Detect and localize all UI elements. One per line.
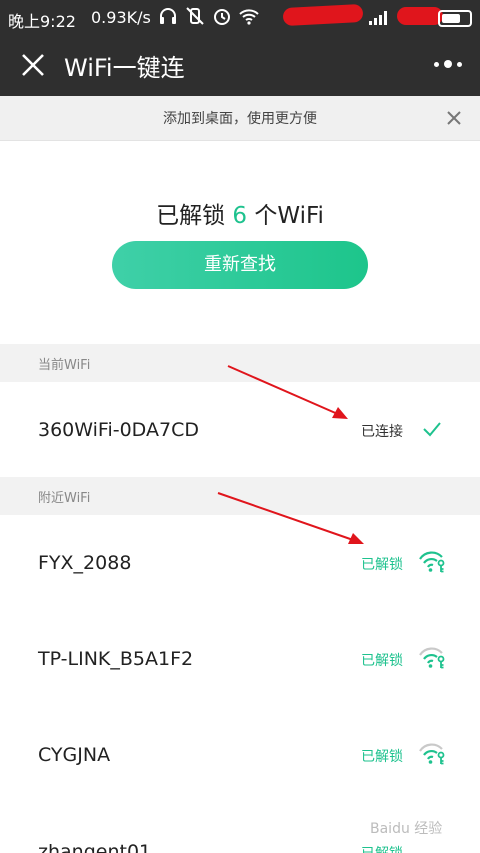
redaction-mark — [397, 7, 443, 25]
current-wifi-row[interactable]: 360WiFi-0DA7CD 已连接 — [0, 382, 480, 477]
status-time: 晚上9:22 — [8, 12, 76, 31]
battery-icon — [438, 10, 472, 27]
section-label: 附近WiFi — [38, 491, 91, 506]
nearby-wifi-header: 附近WiFi — [0, 477, 480, 515]
unlock-status: 已解锁 — [361, 843, 403, 853]
wifi-name: CYGJNA — [38, 744, 111, 766]
wifi-list-item[interactable]: CYGJNA 已解锁 — [0, 707, 480, 806]
headphones-icon — [158, 7, 178, 29]
banner-close-icon[interactable] — [446, 110, 462, 130]
rescan-button[interactable]: 重新查找 — [112, 241, 368, 289]
wifi-status-icon — [238, 7, 260, 29]
unlock-summary: 已解锁 6 个WiFi — [0, 196, 480, 230]
wifi-key-icon — [418, 646, 446, 674]
unlock-status: 已解锁 — [361, 749, 403, 765]
section-label: 当前WiFi — [38, 358, 91, 373]
watermark: Baidu 经验 — [370, 821, 443, 837]
close-icon[interactable] — [20, 52, 46, 78]
check-icon — [422, 421, 442, 441]
wifi-key-icon — [418, 550, 446, 578]
unlock-count: 6 — [232, 203, 248, 229]
wifi-list-item[interactable]: FYX_2088 已解锁 — [0, 515, 480, 612]
status-network-speed: 0.93K/s — [91, 8, 151, 27]
vibrate-off-icon — [184, 7, 206, 29]
more-options-icon[interactable] — [434, 60, 462, 68]
title-bar: WiFi一键连 — [0, 34, 480, 96]
wifi-list-item[interactable]: TP-LINK_B5A1F2 已解锁 — [0, 611, 480, 708]
signal-icon — [369, 10, 389, 29]
banner-text: 添加到桌面，使用更方便 — [163, 111, 317, 127]
wifi-name: zhangent01 — [38, 841, 152, 853]
wifi-name: 360WiFi-0DA7CD — [38, 419, 199, 441]
connection-status: 已连接 — [361, 424, 403, 440]
unlock-status: 已解锁 — [361, 557, 403, 573]
wifi-name: TP-LINK_B5A1F2 — [38, 648, 194, 670]
page-title: WiFi一键连 — [64, 54, 185, 82]
unlock-status: 已解锁 — [361, 653, 403, 669]
current-wifi-header: 当前WiFi — [0, 344, 480, 382]
add-to-desktop-banner[interactable]: 添加到桌面，使用更方便 — [0, 96, 480, 141]
redaction-mark — [282, 3, 364, 27]
status-bar: 晚上9:22 0.93K/s — [0, 0, 480, 34]
alarm-icon — [212, 7, 232, 29]
status-icons — [158, 7, 260, 29]
unlock-suffix: 个WiFi — [254, 203, 324, 229]
wifi-key-icon — [418, 742, 446, 770]
wifi-name: FYX_2088 — [38, 552, 132, 574]
unlock-prefix: 已解锁 — [156, 203, 226, 229]
